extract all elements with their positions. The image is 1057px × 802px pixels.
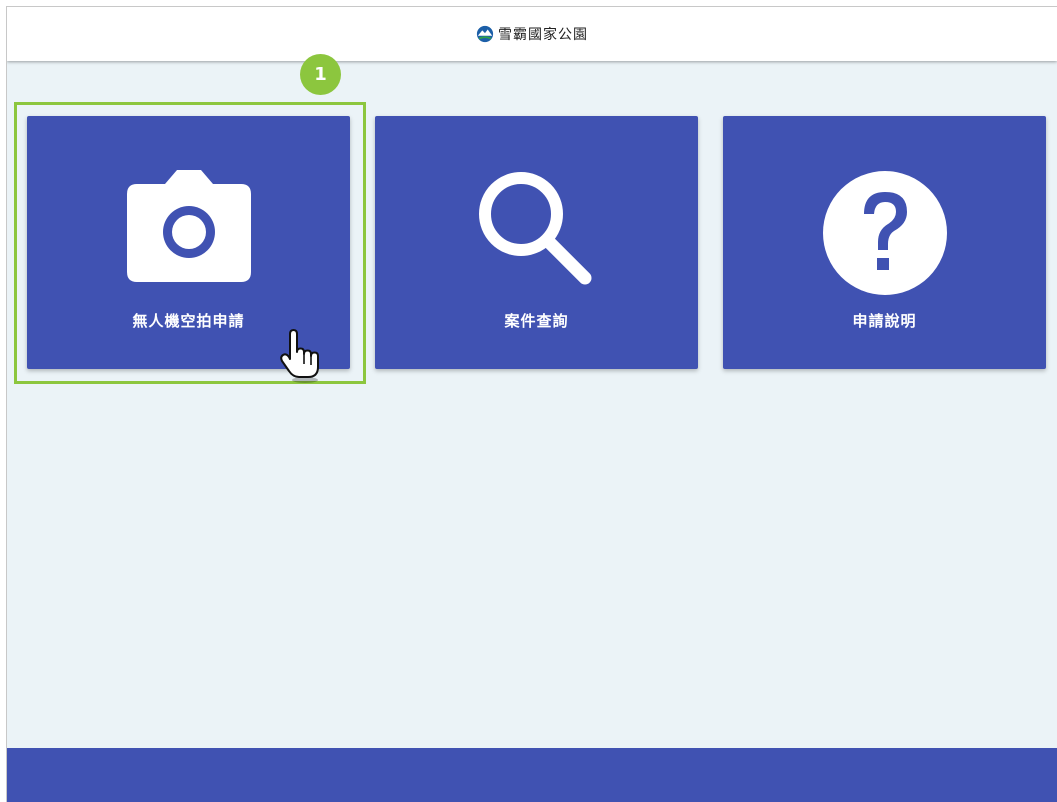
- hand-pointer-icon: [280, 329, 319, 383]
- card-label-drone-application: 無人機空拍申請: [132, 312, 245, 330]
- step-badge: 1: [300, 54, 341, 95]
- park-emblem-icon: [476, 25, 494, 43]
- question-icon: [822, 171, 947, 295]
- app-window: 雪霸國家公園 1 無人機空拍申請 案件查詢 申請說明: [6, 6, 1057, 802]
- search-icon: [478, 172, 591, 285]
- camera-icon: [126, 170, 251, 282]
- card-label-application-guide: 申請說明: [852, 312, 917, 330]
- card-label-case-inquiry: 案件查詢: [504, 312, 569, 330]
- top-header: 雪霸國家公園: [7, 7, 1057, 61]
- case-inquiry-card[interactable]: 案件查詢: [375, 116, 698, 369]
- application-guide-card[interactable]: 申請說明: [723, 116, 1046, 369]
- bottom-footer-bar: [7, 748, 1057, 802]
- brand-name: 雪霸國家公園: [498, 27, 588, 43]
- brand[interactable]: 雪霸國家公園: [476, 24, 588, 44]
